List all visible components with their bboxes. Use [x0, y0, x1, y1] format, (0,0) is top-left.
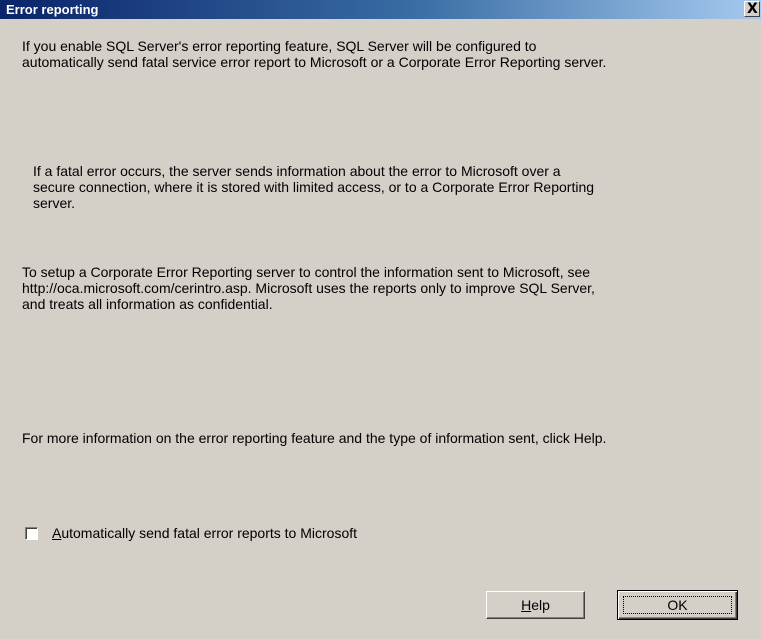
ok-button-label: OK: [667, 597, 688, 613]
help-label-text: elp: [531, 597, 550, 613]
close-icon: X: [747, 1, 758, 17]
auto-send-checkbox[interactable]: [25, 527, 38, 540]
auto-send-mnemonic: A: [52, 525, 62, 541]
title-bar[interactable]: Error reporting X: [0, 0, 761, 19]
help-mnemonic: H: [521, 597, 532, 613]
error-reporting-dialog: Error reporting X If you enable SQL Serv…: [0, 0, 761, 639]
auto-send-label[interactable]: Automatically send fatal error reports t…: [52, 525, 357, 541]
auto-send-label-text: utomatically send fatal error reports to…: [61, 525, 358, 541]
help-button[interactable]: Help: [486, 591, 585, 619]
close-button[interactable]: X: [744, 1, 760, 17]
dialog-title: Error reporting: [6, 2, 99, 17]
intro-text: If you enable SQL Server's error reporti…: [22, 38, 607, 70]
ok-button[interactable]: OK: [617, 590, 738, 620]
fatal-error-text: If a fatal error occurs, the server send…: [33, 163, 595, 211]
help-button-label: Help: [521, 597, 550, 613]
more-info-text: For more information on the error report…: [22, 430, 607, 446]
corporate-server-text: To setup a Corporate Error Reporting ser…: [22, 264, 595, 312]
